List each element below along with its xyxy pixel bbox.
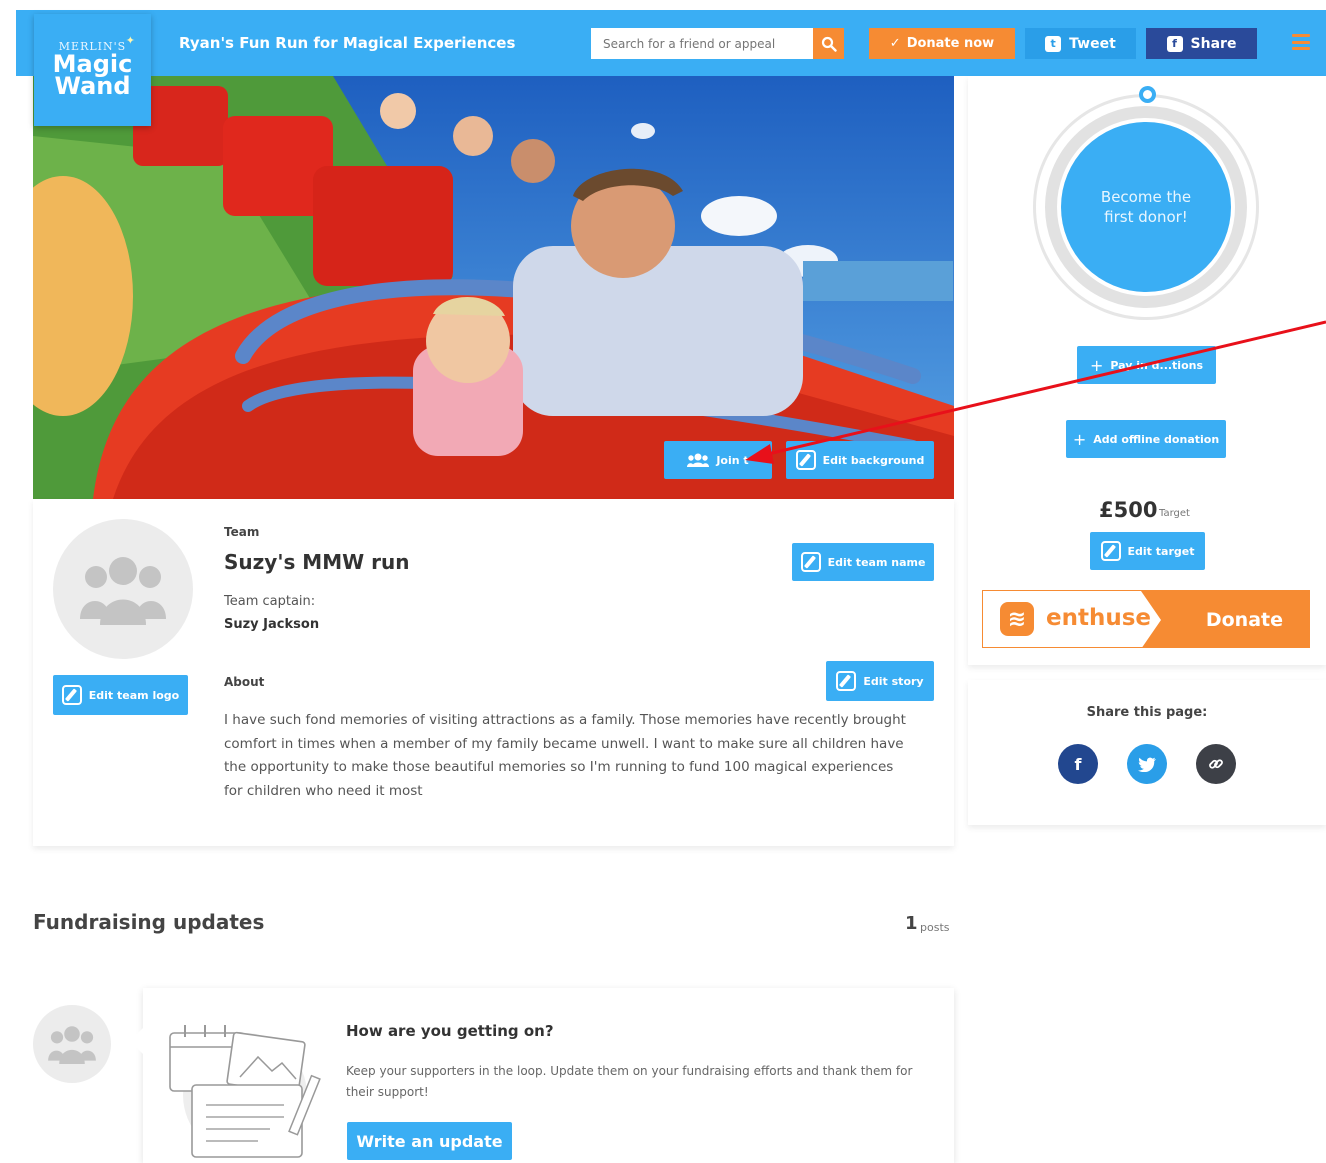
team-section-label: Team bbox=[224, 525, 260, 539]
search-icon bbox=[821, 36, 837, 52]
tweet-button[interactable]: t Tweet bbox=[1025, 28, 1136, 59]
hero-background-image bbox=[33, 76, 954, 499]
share-page-title: Share this page: bbox=[1086, 705, 1208, 720]
edit-team-logo-button[interactable]: Edit team logo bbox=[53, 675, 188, 715]
enthuse-donate-label: Donate bbox=[1141, 591, 1309, 647]
about-label: About bbox=[224, 675, 265, 689]
enthuse-brand-label: enthuse bbox=[1046, 605, 1152, 631]
posts-label: posts bbox=[920, 921, 950, 934]
edit-icon bbox=[61, 685, 82, 705]
twitter-share-icon[interactable] bbox=[1127, 744, 1167, 784]
team-captain-label: Team captain: bbox=[224, 594, 316, 609]
edit-story-label: Edit story bbox=[863, 674, 924, 688]
copy-link-icon[interactable] bbox=[1196, 744, 1236, 784]
about-story-text: I have such fond memories of visiting at… bbox=[224, 712, 906, 799]
first-donor-prompt: Become the first donor! bbox=[1061, 122, 1231, 292]
group-icon bbox=[48, 1026, 96, 1064]
logo-line3: Wand bbox=[54, 72, 131, 100]
edit-team-logo-label: Edit team logo bbox=[88, 688, 180, 702]
share-button[interactable]: f Share bbox=[1146, 28, 1257, 59]
enthuse-donate-button[interactable]: ≋ enthuse Donate bbox=[982, 590, 1310, 648]
facebook-share-icon[interactable]: f bbox=[1058, 744, 1098, 784]
page-title: Ryan's Fun Run for Magical Experiences bbox=[179, 34, 516, 52]
edit-story-button[interactable]: Edit story bbox=[826, 661, 934, 701]
donate-now-label: Donate now bbox=[906, 36, 995, 51]
plus-icon: + bbox=[1089, 355, 1104, 375]
twitter-bird-icon bbox=[1138, 757, 1156, 772]
fundraising-updates-heading: Fundraising updates bbox=[33, 910, 265, 934]
twitter-icon: t bbox=[1045, 35, 1062, 52]
edit-icon bbox=[795, 450, 816, 470]
enthuse-logo-icon: ≋ bbox=[1000, 602, 1034, 636]
pay-in-donations-label: Pay in d...tions bbox=[1110, 358, 1204, 372]
merlins-magic-wand-logo[interactable]: MERLIN'S Magic Wand ✦ bbox=[34, 14, 151, 126]
menu-icon[interactable] bbox=[1292, 34, 1310, 50]
group-icon bbox=[80, 557, 166, 625]
join-team-button[interactable]: Join t bbox=[664, 441, 772, 479]
write-update-button[interactable]: Write an update bbox=[347, 1122, 512, 1160]
team-name: Suzy's MMW run bbox=[224, 550, 410, 574]
edit-team-name-label: Edit team name bbox=[827, 555, 926, 569]
update-prompt-description: Keep your supporters in the loop. Update… bbox=[346, 1064, 913, 1099]
plus-icon: + bbox=[1072, 429, 1087, 449]
edit-icon bbox=[836, 671, 857, 691]
sparkle-icon: ✦ bbox=[125, 34, 135, 47]
add-offline-donation-button[interactable]: + Add offline donation bbox=[1066, 420, 1226, 458]
edit-target-button[interactable]: Edit target bbox=[1090, 532, 1205, 570]
search-input[interactable] bbox=[591, 28, 813, 59]
donate-now-button[interactable]: ✓ Donate now bbox=[869, 28, 1015, 59]
join-team-label: Join t bbox=[716, 453, 749, 467]
posts-count: 1 bbox=[905, 913, 918, 934]
team-captain-name: Suzy Jackson bbox=[224, 617, 320, 632]
team-logo-avatar bbox=[53, 519, 193, 659]
facebook-icon: f bbox=[1166, 35, 1183, 52]
update-prompt-question: How are you getting on? bbox=[346, 1022, 554, 1040]
edit-target-label: Edit target bbox=[1127, 544, 1195, 558]
target-amount: £500 bbox=[1099, 498, 1158, 522]
tweet-label: Tweet bbox=[1069, 35, 1116, 52]
group-icon bbox=[687, 453, 710, 467]
edit-team-name-button[interactable]: Edit team name bbox=[792, 543, 934, 581]
edit-background-button[interactable]: Edit background bbox=[786, 441, 934, 479]
add-offline-donation-label: Add offline donation bbox=[1093, 432, 1220, 446]
team-avatar-small bbox=[33, 1005, 111, 1083]
edit-icon bbox=[800, 552, 821, 572]
edit-icon bbox=[1100, 541, 1121, 561]
share-label: Share bbox=[1190, 35, 1237, 52]
pay-in-donations-button[interactable]: + Pay in d...tions bbox=[1077, 346, 1216, 384]
check-icon: ✓ bbox=[889, 36, 901, 51]
link-icon bbox=[1209, 759, 1223, 769]
edit-background-label: Edit background bbox=[822, 453, 925, 467]
search-button[interactable] bbox=[813, 28, 844, 59]
target-label: Target bbox=[1159, 508, 1190, 519]
progress-indicator-dot bbox=[1139, 86, 1156, 103]
calendar-photo-document-illustration bbox=[169, 1025, 321, 1158]
